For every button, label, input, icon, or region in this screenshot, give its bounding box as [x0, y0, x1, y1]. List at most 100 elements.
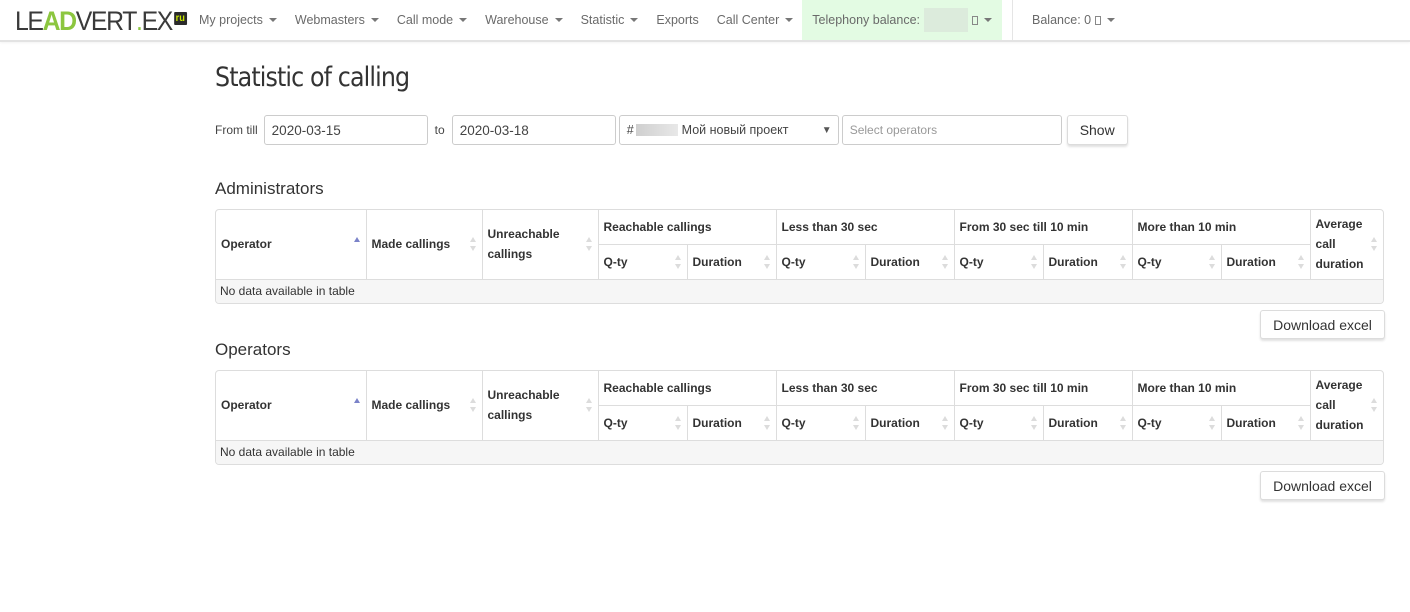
group-more-than-10-min: More than 10 min	[1132, 371, 1311, 406]
col-reachable-duration[interactable]: Duration	[687, 244, 777, 280]
sort-asc-icon	[353, 398, 361, 412]
col-mid-qty[interactable]: Q-ty	[954, 244, 1044, 280]
empty-row: No data available in table	[216, 279, 1383, 303]
header-label: Duration	[1226, 415, 1276, 430]
header-label: Q-ty	[781, 254, 806, 269]
sort-icon	[852, 254, 860, 269]
nav-balance[interactable]: Balance: 0	[1023, 0, 1124, 40]
header-label: Q-ty	[1137, 415, 1162, 430]
col-unreachable-callings[interactable]: Unreachable callings	[482, 371, 599, 441]
col-lt30-duration[interactable]: Duration	[865, 244, 955, 280]
date-to-input[interactable]	[451, 115, 616, 145]
col-operator[interactable]: Operator	[216, 210, 367, 280]
col-reachable-duration[interactable]: Duration	[687, 405, 777, 441]
nav-label: Call Center	[716, 13, 780, 27]
telephony-balance-value-redacted	[924, 8, 969, 32]
nav-menu: My projects Webmasters Call mode Warehou…	[190, 0, 1124, 40]
col-unreachable-callings[interactable]: Unreachable callings	[482, 210, 599, 280]
nav-exports[interactable]: Exports	[647, 0, 707, 40]
col-made-callings[interactable]: Made callings	[366, 371, 483, 441]
header-label: Made callings	[371, 398, 451, 413]
col-mid-duration[interactable]: Duration	[1043, 244, 1133, 280]
header-label: Q-ty	[603, 254, 628, 269]
empty-message: No data available in table	[216, 440, 1383, 464]
caret-down-icon	[1107, 18, 1116, 22]
col-gt10-duration[interactable]: Duration	[1221, 244, 1311, 280]
nav-statistic[interactable]: Statistic	[572, 0, 648, 40]
nav-label: Statistic	[580, 13, 625, 27]
header-label: Q-ty	[959, 415, 984, 430]
leadvertex-logo[interactable]: LE AD VERT. EX ru	[15, 5, 187, 37]
nav-telephony-balance[interactable]: Telephony balance:	[802, 0, 1003, 40]
nav-label: Exports	[656, 13, 699, 27]
nav-my-projects[interactable]: My projects	[190, 0, 286, 40]
header-label: Duration	[692, 415, 742, 430]
date-from-input[interactable]	[263, 115, 428, 145]
show-button[interactable]: Show	[1066, 115, 1128, 145]
col-mid-qty[interactable]: Q-ty	[954, 405, 1044, 441]
group-reachable-callings: Reachable callings	[598, 210, 777, 245]
currency-icon	[972, 15, 979, 25]
sort-asc-icon	[353, 237, 361, 251]
header-label: Q-ty	[781, 415, 806, 430]
from-label: From till	[215, 123, 258, 137]
logo-text-ad: AD	[42, 5, 77, 36]
telephony-balance-label: Telephony balance:	[812, 13, 921, 27]
sort-icon	[941, 415, 949, 430]
col-reachable-qty[interactable]: Q-ty	[598, 405, 688, 441]
col-gt10-qty[interactable]: Q-ty	[1132, 405, 1222, 441]
col-mid-duration[interactable]: Duration	[1043, 405, 1133, 441]
sort-icon	[469, 398, 477, 413]
col-lt30-qty[interactable]: Q-ty	[776, 244, 866, 280]
dropdown-arrow-icon: ▼	[821, 125, 832, 136]
header-label: Average call duration	[1315, 378, 1364, 433]
sort-icon	[1297, 415, 1305, 430]
col-lt30-duration[interactable]: Duration	[865, 405, 955, 441]
caret-down-icon	[554, 18, 563, 22]
project-name: Мой новый проект	[681, 123, 789, 137]
nav-call-mode[interactable]: Call mode	[388, 0, 476, 40]
caret-down-icon	[785, 18, 794, 22]
col-made-callings[interactable]: Made callings	[366, 210, 483, 280]
operators-title: Operators	[215, 340, 291, 359]
col-average-call-duration[interactable]: Average call duration	[1310, 210, 1383, 280]
download-excel-administrators-button[interactable]: Download excel	[1260, 310, 1385, 339]
sort-icon	[1297, 254, 1305, 269]
header-label: Duration	[1048, 415, 1098, 430]
col-operator[interactable]: Operator	[216, 371, 367, 441]
nav-warehouse[interactable]: Warehouse	[476, 0, 571, 40]
download-excel-operators-button[interactable]: Download excel	[1260, 471, 1385, 500]
group-30-sec-to-10-min: From 30 sec till 10 min	[954, 210, 1133, 245]
col-gt10-qty[interactable]: Q-ty	[1132, 244, 1222, 280]
nav-call-center[interactable]: Call Center	[708, 0, 803, 40]
balance-label: Balance: 0	[1032, 13, 1092, 27]
operators-select-input[interactable]	[841, 115, 1062, 145]
logo-ru-badge: ru	[173, 11, 187, 25]
col-gt10-duration[interactable]: Duration	[1221, 405, 1311, 441]
group-more-than-10-min: More than 10 min	[1132, 210, 1311, 245]
col-lt30-qty[interactable]: Q-ty	[776, 405, 866, 441]
project-select[interactable]: # Мой новый проект ▼	[618, 115, 839, 145]
header-label: Operator	[221, 398, 272, 413]
sort-icon	[1208, 415, 1216, 430]
top-navbar: LE AD VERT. EX ru My projects Webmasters Cal…	[0, 0, 1410, 42]
to-label: to	[434, 123, 445, 137]
project-prefix: #	[626, 123, 634, 137]
sort-icon	[1371, 237, 1378, 252]
sort-icon	[1208, 254, 1216, 269]
administrators-title: Administrators	[215, 179, 324, 198]
nav-label: Call mode	[396, 13, 454, 27]
sort-icon	[585, 398, 593, 413]
sort-icon	[585, 237, 593, 252]
header-label: Unreachable callings	[487, 227, 560, 262]
empty-message: No data available in table	[216, 279, 1383, 303]
header-label: Q-ty	[1137, 254, 1162, 269]
col-reachable-qty[interactable]: Q-ty	[598, 244, 688, 280]
col-average-call-duration[interactable]: Average call duration	[1310, 371, 1383, 441]
nav-webmasters[interactable]: Webmasters	[286, 0, 388, 40]
sort-icon	[763, 415, 771, 430]
sort-icon	[674, 254, 682, 269]
header-label: Made callings	[371, 237, 451, 252]
nav-label: Warehouse	[485, 13, 549, 27]
header-label: Duration	[870, 415, 920, 430]
